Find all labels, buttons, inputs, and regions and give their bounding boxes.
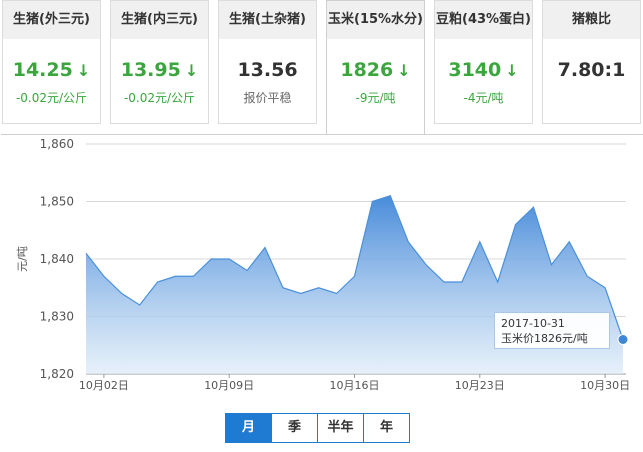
y-tick-label: 1,820 xyxy=(40,367,74,381)
card-title: 生猪(外三元) xyxy=(3,1,100,39)
card-price: 3140 ↓ xyxy=(448,59,519,81)
card-change: 报价平稳 xyxy=(243,91,292,105)
price-card-pig-tuzazhu[interactable]: 生猪(土杂猪) 13.56 报价平稳 xyxy=(218,0,317,124)
card-price: 14.25 ↓ xyxy=(12,59,91,81)
price-card-soymeal[interactable]: 豆粕(43%蛋白) 3140 ↓ -4元/吨 xyxy=(434,0,533,124)
card-title: 生猪(土杂猪) xyxy=(219,1,316,39)
price-card-pig-neisanyuan[interactable]: 生猪(内三元) 13.95 ↓ -0.02元/公斤 xyxy=(110,0,209,124)
card-price: 13.56 xyxy=(237,59,298,81)
y-axis-label: 元/吨 xyxy=(16,246,29,272)
card-change: -4元/吨 xyxy=(463,91,504,105)
card-change: -0.02元/公斤 xyxy=(123,91,196,105)
price-card-pig-waisanyuan[interactable]: 生猪(外三元) 14.25 ↓ -0.02元/公斤 xyxy=(2,0,101,124)
price-chart[interactable]: 1,820 1,830 1,840 1,850 1,860 元/吨 10月02日 10月09日… xyxy=(1,135,643,452)
period-tabs: 月 季 半年 年 xyxy=(225,413,410,443)
y-tick-label: 1,830 xyxy=(40,310,74,324)
card-title: 玉米(15%水分) xyxy=(327,1,424,39)
tab-quarter[interactable]: 季 xyxy=(271,414,317,442)
y-tick-label: 1,860 xyxy=(40,137,74,151)
down-arrow-icon: ↓ xyxy=(184,61,199,80)
tab-year[interactable]: 年 xyxy=(363,414,409,442)
tooltip-value: 玉米价1826元/吨 xyxy=(501,332,588,345)
down-arrow-icon: ↓ xyxy=(397,61,411,80)
card-price: 13.95 ↓ xyxy=(120,59,199,81)
down-arrow-icon: ↓ xyxy=(76,61,91,80)
card-change: -0.02元/公斤 xyxy=(15,91,88,105)
x-tick-label: 10月30日 xyxy=(580,379,630,392)
x-tick-label: 10月02日 xyxy=(79,379,129,392)
x-tick-label: 10月16日 xyxy=(330,379,380,392)
card-title: 豆粕(43%蛋白) xyxy=(435,1,532,39)
x-tick-label: 10月23日 xyxy=(455,379,505,392)
card-title: 猪粮比 xyxy=(543,1,640,39)
card-price: 1826 ↓ xyxy=(340,59,411,81)
card-title: 生猪(内三元) xyxy=(111,1,208,39)
price-card-corn[interactable]: 玉米(15%水分) 1826 ↓ -9元/吨 xyxy=(326,0,425,135)
tooltip-date: 2017-10-31 xyxy=(501,317,565,330)
card-price: 7.80:1 xyxy=(557,59,626,81)
down-arrow-icon: ↓ xyxy=(505,61,519,80)
tab-half-year[interactable]: 半年 xyxy=(317,414,363,442)
y-tick-label: 1,850 xyxy=(40,195,74,209)
chart-tooltip: 2017-10-31 玉米价1826元/吨 xyxy=(494,312,610,349)
tab-month[interactable]: 月 xyxy=(226,414,271,442)
x-tick-label: 10月09日 xyxy=(204,379,254,392)
highlight-point xyxy=(617,334,629,345)
y-tick-label: 1,840 xyxy=(40,252,74,266)
chart-panel: 1,820 1,830 1,840 1,850 1,860 元/吨 10月02日 10月09日… xyxy=(1,134,643,451)
price-card-pig-grain-ratio[interactable]: 猪粮比 7.80:1 xyxy=(542,0,641,124)
card-change: -9元/吨 xyxy=(355,91,396,105)
